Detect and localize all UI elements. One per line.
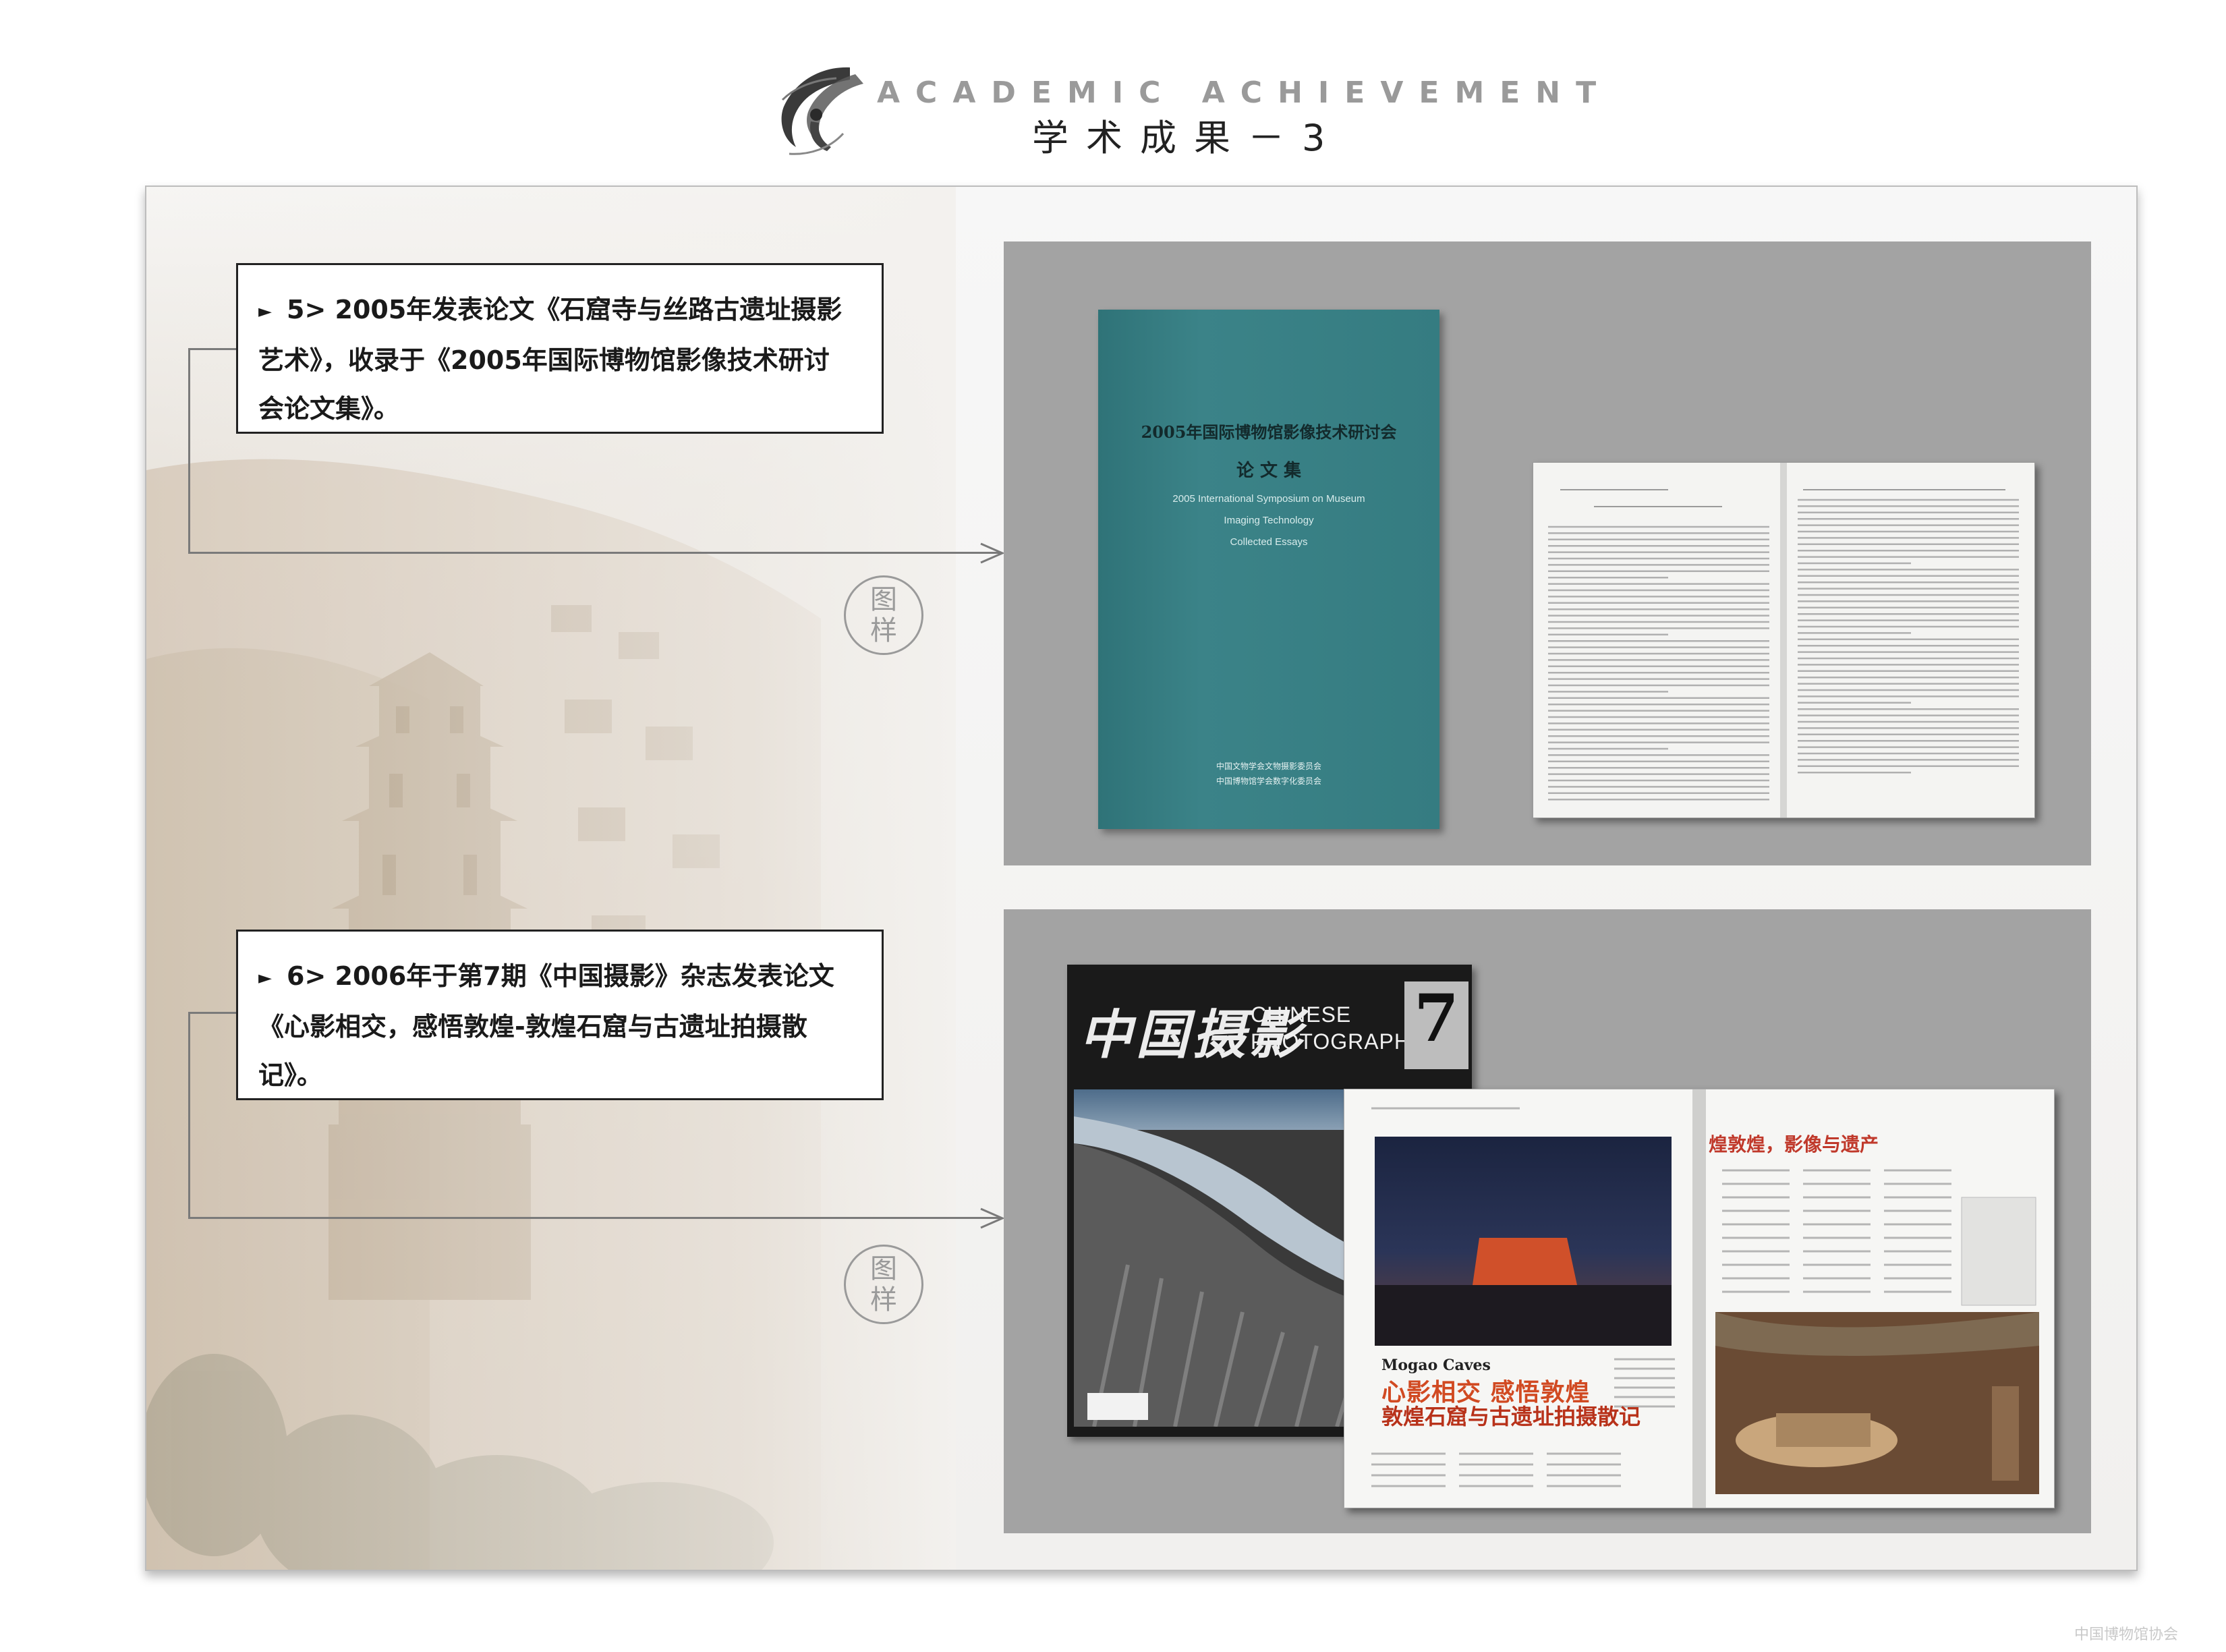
flying-apsaras-logo	[781, 67, 863, 155]
item-text-line-2: 《心影相交，感悟敦煌-敦煌石窟与古遗址拍摄散	[258, 1011, 807, 1042]
book-title-en-1: 2005 International Symposium on Museum	[1172, 493, 1365, 505]
sample-stamp-1: 图 样	[844, 575, 923, 655]
stamp-char-top: 图	[870, 1253, 897, 1284]
item-text-line-1: 6> 2006年于第7期《中国摄影》杂志发表论文	[287, 961, 834, 991]
magazine-issue-number: 7	[1404, 981, 1468, 1069]
magazine-article-spread: 煌敦煌，影像与遗产 Mogao Caves 心影相交 感悟敦煌 敦煌石窟与古遗址…	[1344, 1089, 2055, 1508]
item-text-line-2: 艺术》，收录于《2005年国际博物馆影像技术研讨	[258, 345, 830, 375]
bullet-icon: ►	[258, 967, 272, 988]
header-title-en: ACADEMIC ACHIEVEMENT	[877, 76, 1612, 110]
magazine-title-en-1: CHINESE	[1251, 1002, 1352, 1027]
header-title-cn: 学术成果－3	[1032, 117, 1343, 159]
spread-title-cn-2: 敦煌石窟与古遗址拍摄散记	[1381, 1404, 1641, 1429]
open-book-pages-image	[1533, 462, 2035, 818]
spread-title-en: Mogao Caves	[1381, 1357, 1491, 1374]
arrow-head-icon	[980, 1207, 1004, 1229]
item-text-line-3: 会论文集》。	[258, 393, 400, 424]
item-text-line-1: 5> 2005年发表论文《石窟寺与丝路古遗址摄影	[287, 295, 843, 324]
stamp-char-bottom: 样	[870, 615, 897, 646]
item-text-line-3: 记》。	[258, 1060, 323, 1090]
spread-right-title: 煌敦煌，影像与遗产	[1709, 1133, 1879, 1156]
stamp-char-bottom: 样	[870, 1284, 897, 1315]
book-title-en-3: Collected Essays	[1230, 536, 1308, 548]
achievement-item-5: ► 5> 2005年发表论文《石窟寺与丝路古遗址摄影 艺术》，收录于《2005年国…	[236, 263, 884, 434]
sample-stamp-2: 图 样	[844, 1245, 923, 1324]
connector-stub-2	[188, 1012, 237, 1014]
connector-vertical-1	[188, 348, 190, 553]
book-subtitle-cn: 论 文 集	[1236, 461, 1302, 481]
item-line: ► 6> 2006年于第7期《中国摄影》杂志发表论文	[258, 952, 861, 1002]
bullet-icon: ►	[258, 301, 272, 322]
connector-horizontal-1	[188, 552, 1001, 554]
book-title-en-2: Imaging Technology	[1224, 515, 1314, 526]
symposium-book-cover: 2005年国际博物馆影像技术研讨会 论 文 集 2005 Internation…	[1098, 310, 1439, 829]
watermark-text: 中国博物馆协会	[2074, 1626, 2179, 1643]
connector-stub-1	[188, 348, 237, 350]
connector-vertical-2	[188, 1012, 190, 1218]
connector-horizontal-2	[188, 1217, 1001, 1219]
book-publisher-2: 中国博物馆学会数字化委员会	[1216, 776, 1321, 786]
book-publisher-1: 中国文物学会文物摄影委员会	[1216, 762, 1321, 771]
item-line: ► 5> 2005年发表论文《石窟寺与丝路古遗址摄影	[258, 285, 861, 336]
achievement-item-6: ► 6> 2006年于第7期《中国摄影》杂志发表论文 《心影相交，感悟敦煌-敦煌石…	[236, 930, 884, 1100]
magazine-title-en-2: PHOTOGRAPHY	[1251, 1029, 1426, 1054]
spread-page-images	[1344, 1089, 2054, 1508]
stamp-char-top: 图	[870, 584, 897, 615]
arrow-head-icon	[980, 542, 1004, 564]
book-title-cn: 2005年国际博物馆影像技术研讨会	[1141, 422, 1397, 442]
